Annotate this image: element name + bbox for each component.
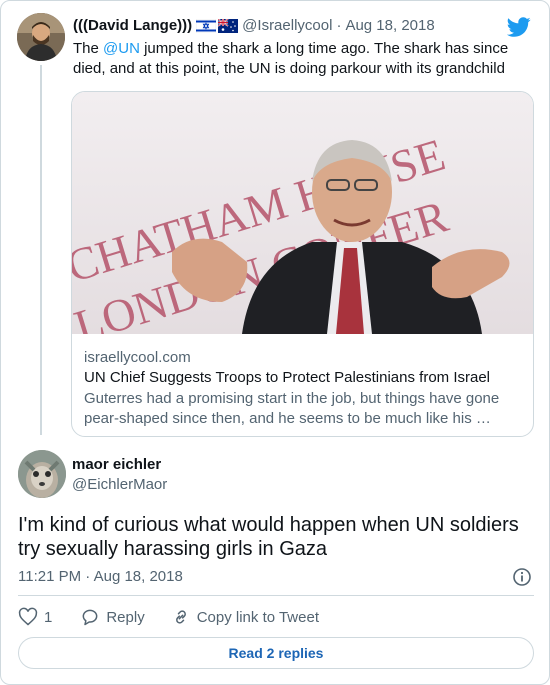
reply-bubble-icon (82, 609, 98, 626)
parent-tweet-header: (((David Lange))) @Israellycool · Aug 18… (73, 17, 435, 34)
tweet-actions: 1 Reply Copy link to Tweet (18, 606, 319, 628)
thread-connector-line (40, 65, 42, 435)
copy-link-button[interactable]: Copy link to Tweet (171, 607, 319, 627)
link-card-title: UN Chief Suggests Troops to Protect Pale… (84, 369, 491, 386)
twitter-logo-icon[interactable] (507, 15, 531, 39)
main-author-name[interactable]: maor eichler (72, 456, 161, 473)
reply-label: Reply (106, 608, 145, 626)
link-card-domain: israellycool.com (84, 349, 191, 366)
divider (18, 595, 534, 596)
info-icon[interactable] (512, 567, 532, 587)
main-author-avatar[interactable] (18, 450, 66, 498)
read-replies-button[interactable]: Read 2 replies (18, 637, 534, 669)
parent-author-name[interactable]: (((David Lange))) (73, 17, 192, 34)
copy-link-label: Copy link to Tweet (196, 608, 319, 626)
heart-icon (18, 607, 38, 626)
israel-flag-icon (196, 18, 217, 33)
like-count: 1 (44, 608, 53, 626)
link-preview-card[interactable]: CHATHAM HOUSE LONDON CONFER israellycool… (71, 91, 534, 437)
parent-tweet-date[interactable]: Aug 18, 2018 (345, 17, 434, 34)
parent-author-avatar[interactable] (17, 13, 65, 61)
un-mention-link[interactable]: @UN (103, 40, 140, 57)
main-tweet-timestamp[interactable]: 11:21 PM · Aug 18, 2018 (18, 568, 183, 585)
link-card-description: Guterres had a promising start in the jo… (84, 390, 500, 427)
parent-tweet-text: The @UN jumped the shark a long time ago… (73, 40, 509, 77)
embedded-tweet: (((David Lange))) @Israellycool · Aug 18… (0, 0, 550, 685)
parent-author-handle[interactable]: @Israellycool (242, 17, 332, 34)
australia-flag-icon (218, 18, 239, 33)
main-tweet-text: I'm kind of curious what would happen wh… (18, 514, 519, 560)
like-button[interactable]: 1 (18, 607, 52, 627)
reply-button[interactable]: Reply (80, 607, 145, 627)
link-preview-image: CHATHAM HOUSE LONDON CONFER (72, 92, 533, 334)
header-separator: · (336, 17, 342, 34)
main-author-handle[interactable]: @EichlerMaor (72, 476, 167, 493)
link-icon (175, 610, 186, 624)
